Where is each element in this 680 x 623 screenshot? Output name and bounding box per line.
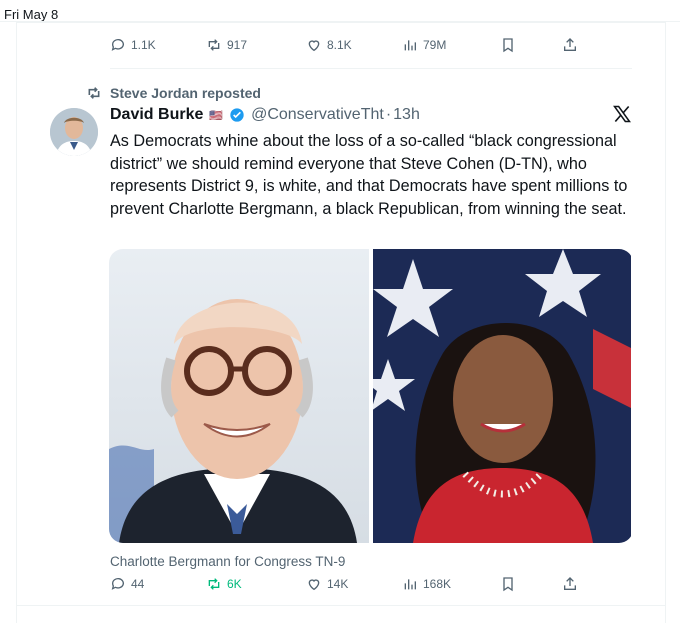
- views-button[interactable]: 168K: [402, 576, 451, 592]
- bottom-divider: [16, 605, 666, 606]
- tweet-header: David Burke 🇺🇸 @ConservativeTht · 13h: [110, 106, 420, 124]
- reply-count: 1.1K: [131, 38, 156, 52]
- repost-label: Steve Jordan reposted: [110, 85, 261, 101]
- repost-count: 917: [227, 38, 248, 52]
- tweet-divider: [110, 68, 632, 69]
- share-button[interactable]: [562, 576, 578, 592]
- views-count: 168K: [423, 577, 452, 591]
- reply-button[interactable]: 44: [110, 576, 144, 592]
- reply-count: 44: [131, 577, 145, 591]
- repost-button[interactable]: 917: [206, 37, 247, 53]
- like-button[interactable]: 14K: [306, 576, 348, 592]
- reply-icon: [111, 39, 124, 51]
- repost-icon: [208, 39, 220, 51]
- repost-icon: [208, 578, 220, 590]
- bar-chart-icon: [404, 579, 416, 590]
- bookmark-button[interactable]: [500, 37, 516, 53]
- separator-dot: ·: [385, 106, 392, 123]
- timestamp[interactable]: 13h: [393, 106, 420, 124]
- repost-count: 6K: [227, 577, 242, 591]
- author-handle[interactable]: @ConservativeTht: [251, 106, 384, 124]
- share-icon: [564, 577, 576, 590]
- bookmark-icon: [503, 577, 513, 592]
- repost-header: Steve Jordan reposted: [86, 85, 261, 101]
- x-logo-icon[interactable]: [612, 104, 632, 124]
- repost-button[interactable]: 6K: [206, 576, 242, 592]
- reply-icon: [111, 578, 124, 590]
- bar-chart-icon: [404, 40, 416, 51]
- reply-button[interactable]: 1.1K: [110, 37, 156, 53]
- tweet-text: As Democrats whine about the loss of a s…: [110, 132, 628, 218]
- share-button[interactable]: [562, 37, 578, 53]
- bookmark-icon: [503, 38, 513, 53]
- like-count: 8.1K: [327, 38, 352, 52]
- date-bar: Fri May 8: [4, 7, 59, 22]
- media-caption[interactable]: Charlotte Bergmann for Congress TN-9: [110, 554, 345, 569]
- repost-icon: [88, 87, 100, 99]
- flag-emoji: 🇺🇸: [209, 109, 224, 122]
- media-image-left[interactable]: [109, 249, 369, 543]
- share-icon: [564, 38, 576, 51]
- views-button[interactable]: 79M: [402, 37, 446, 53]
- views-count: 79M: [423, 38, 447, 52]
- verified-badge-icon: [230, 108, 244, 122]
- heart-icon: [308, 40, 320, 52]
- avatar-image: [50, 108, 98, 156]
- heart-icon: [308, 579, 320, 591]
- avatar[interactable]: [50, 108, 98, 156]
- bookmark-button[interactable]: [500, 576, 516, 592]
- portrait-woman-image: [373, 249, 633, 543]
- like-button[interactable]: 8.1K: [306, 37, 352, 53]
- tweet-media[interactable]: [109, 249, 633, 543]
- media-image-right[interactable]: [373, 249, 633, 543]
- like-count: 14K: [327, 577, 349, 591]
- portrait-man-image: [109, 249, 369, 543]
- author-name[interactable]: David Burke: [110, 106, 203, 124]
